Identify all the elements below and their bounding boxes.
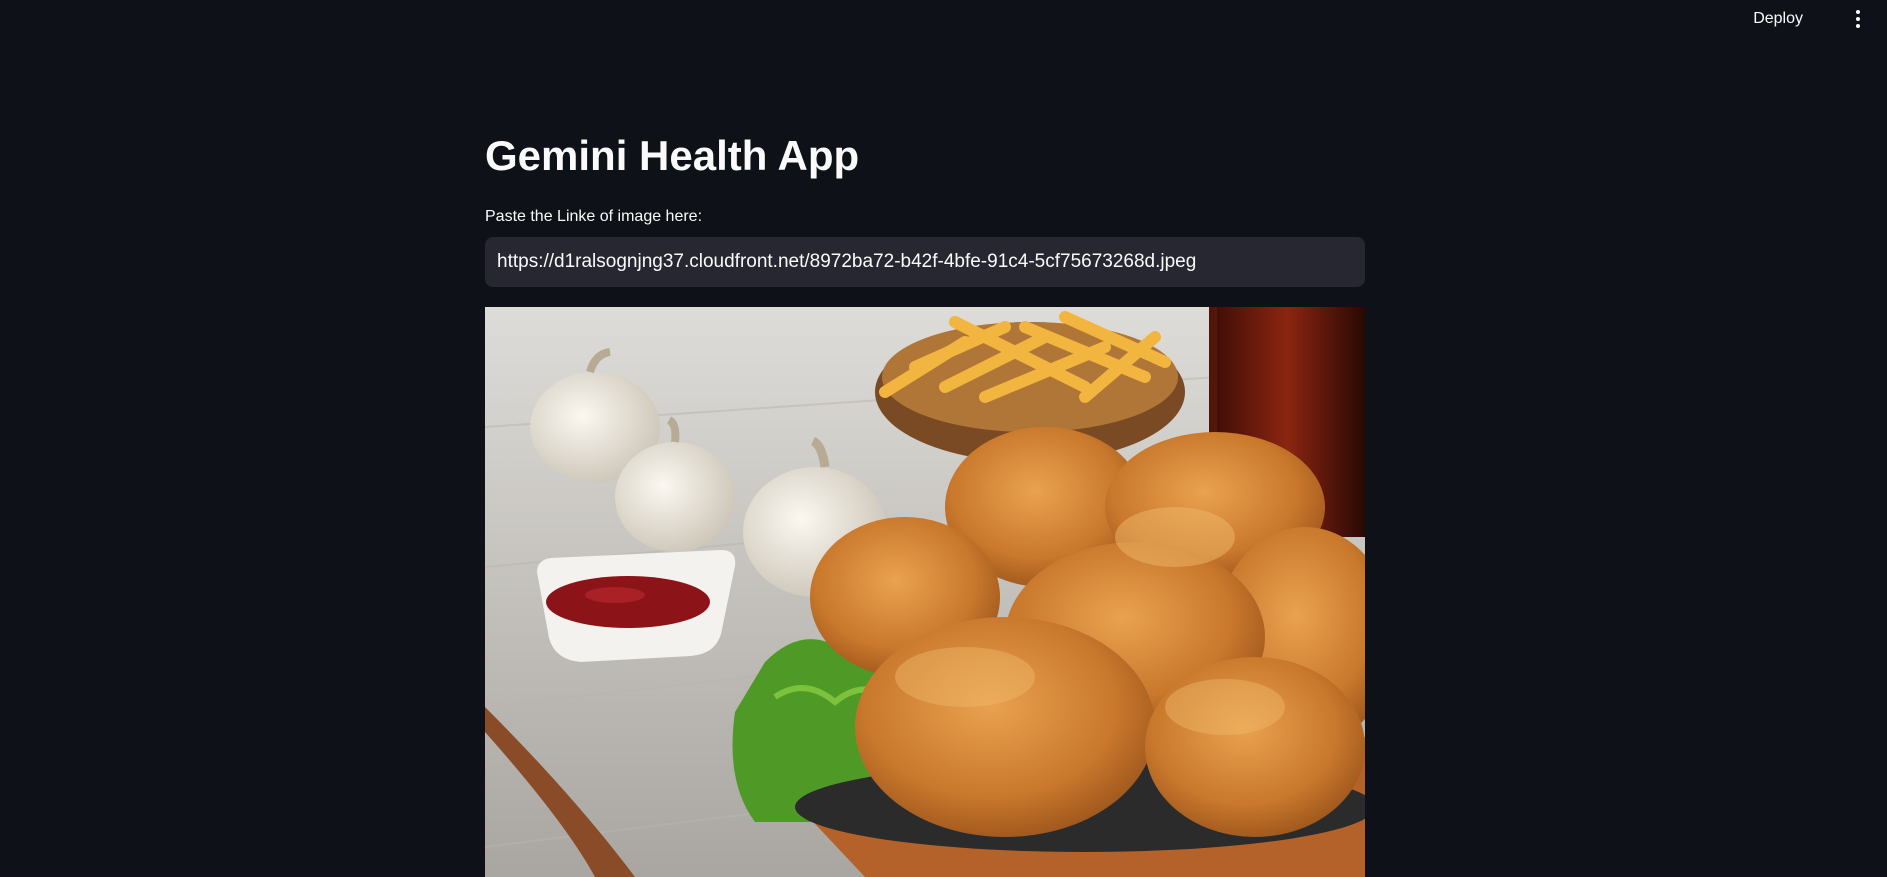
- main-menu-button[interactable]: [1845, 5, 1871, 33]
- url-input-label: Paste the Linke of image here:: [485, 208, 703, 225]
- food-image: [485, 307, 1365, 877]
- vertical-ellipsis-icon: [1856, 10, 1860, 28]
- page-title: Gemini Health App: [485, 132, 860, 179]
- image-url-input[interactable]: [485, 237, 1365, 287]
- fried-chicken-image: [485, 307, 1365, 877]
- app-root: Deploy Gemini Health App Paste the Linke…: [0, 0, 1887, 877]
- deploy-button[interactable]: Deploy: [1747, 6, 1809, 32]
- top-header: Deploy: [0, 0, 1887, 40]
